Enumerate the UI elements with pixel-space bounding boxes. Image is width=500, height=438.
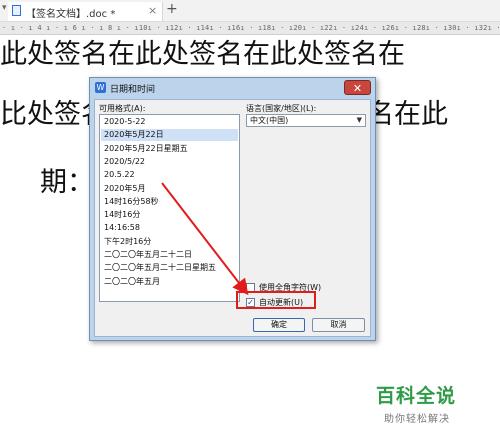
annotation-arrow-line bbox=[161, 182, 249, 296]
watermark-title: 百科全说 bbox=[376, 385, 457, 407]
annotation-arrow bbox=[161, 182, 249, 296]
watermark-subtitle: 助你轻松解决 bbox=[384, 414, 450, 425]
